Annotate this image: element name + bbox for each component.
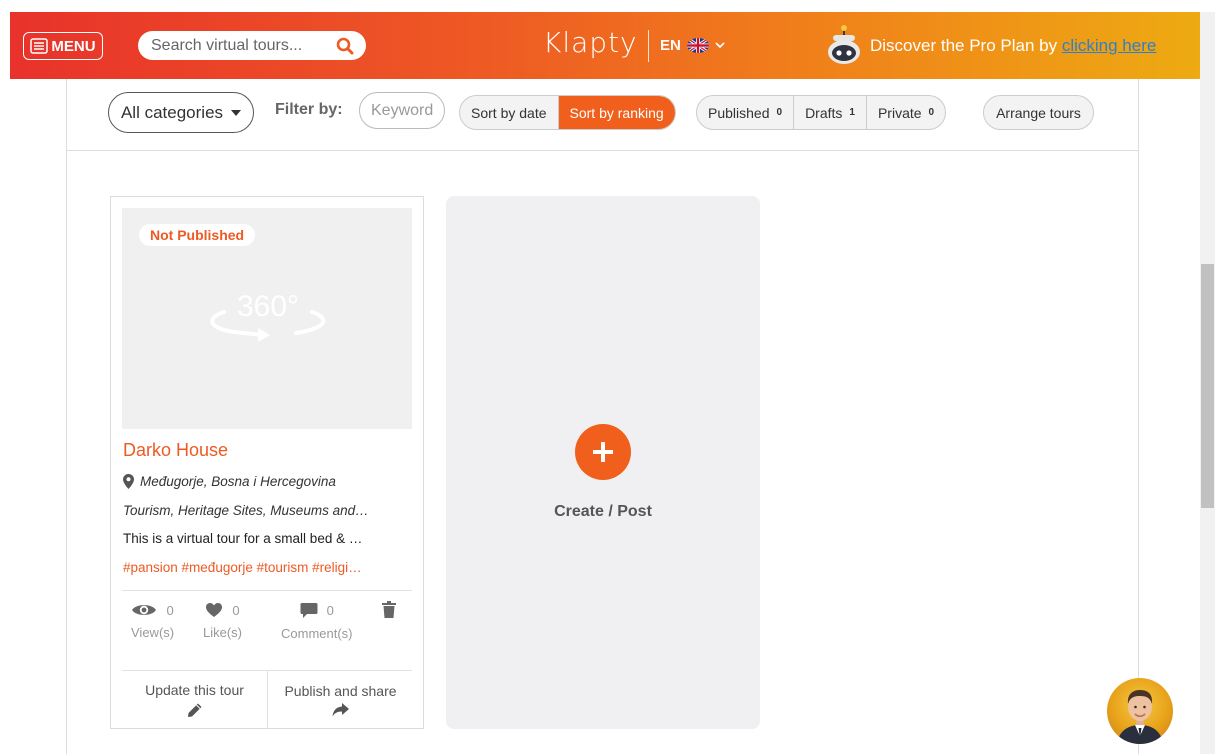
- support-chat-avatar[interactable]: [1107, 678, 1173, 744]
- share-icon: [332, 703, 349, 717]
- tour-tags[interactable]: #pansion #međugorje #tourism #religi…: [123, 560, 408, 575]
- drafts-label: Drafts: [805, 104, 843, 121]
- tour-card: Not Published 360° Darko House Međugorje…: [110, 196, 424, 729]
- tour-description: This is a virtual tour for a small bed &…: [123, 531, 363, 546]
- 360-icon: 360°: [210, 290, 326, 342]
- create-post-label: Create / Post: [554, 503, 652, 520]
- pencil-icon: [187, 703, 201, 717]
- views-stat: 0 View(s): [131, 602, 175, 641]
- sort-by-date-button[interactable]: Sort by date: [460, 96, 558, 129]
- drafts-filter-button[interactable]: Drafts 1: [793, 96, 866, 129]
- location-text: Međugorje, Bosna i Hercegovina: [140, 474, 336, 489]
- trash-icon[interactable]: [382, 601, 396, 618]
- search-box: [138, 31, 366, 60]
- tour-thumbnail[interactable]: Not Published 360°: [122, 208, 412, 429]
- private-count: 0: [928, 107, 935, 118]
- sort-by-ranking-button[interactable]: Sort by ranking: [557, 96, 675, 129]
- menu-label: MENU: [51, 37, 96, 55]
- language-code: EN: [660, 37, 681, 54]
- add-icon: [575, 424, 631, 480]
- caret-down-icon: [231, 109, 242, 116]
- comments-count: 0: [326, 603, 334, 618]
- uk-flag-icon: [686, 38, 709, 53]
- content-border-right: [1138, 79, 1139, 754]
- create-post-card[interactable]: Create / Post: [446, 196, 760, 729]
- heart-icon: [206, 603, 223, 617]
- card-divider: [122, 590, 412, 591]
- update-tour-button[interactable]: Update this tour: [122, 671, 267, 729]
- not-published-badge: Not Published: [139, 224, 256, 246]
- logo-divider: [648, 30, 649, 62]
- hamburger-icon: [30, 38, 49, 54]
- published-label: Published: [708, 104, 770, 121]
- update-tour-label: Update this tour: [145, 682, 244, 698]
- publish-share-label: Publish and share: [284, 683, 397, 699]
- arrange-tours-button[interactable]: Arrange tours: [983, 95, 1094, 130]
- filter-by-label: Filter by:: [275, 101, 343, 118]
- comments-label: Comment(s): [281, 626, 353, 641]
- scrollbar-thumb[interactable]: [1201, 264, 1214, 508]
- category-label: All categories: [120, 102, 224, 122]
- sort-toggle: Sort by date Sort by ranking: [459, 95, 676, 130]
- promo-text: Discover the Pro Plan by: [870, 36, 1058, 55]
- search-input[interactable]: [151, 36, 326, 55]
- likes-count: 0: [232, 602, 240, 618]
- published-count: 0: [776, 107, 783, 118]
- content-border-left: [66, 79, 67, 754]
- comments-stat: 0 Comment(s): [281, 602, 353, 641]
- filter-divider: [66, 150, 1139, 151]
- top-strip: [0, 0, 1215, 12]
- pro-plan-link[interactable]: clicking here: [1062, 36, 1157, 55]
- category-dropdown[interactable]: All categories: [108, 92, 254, 133]
- keyword-input[interactable]: [359, 92, 445, 129]
- svg-text:360°: 360°: [237, 290, 299, 323]
- tour-categories: Tourism, Heritage Sites, Museums and…: [123, 503, 369, 518]
- pro-plan-promo: Discover the Pro Plan by clicking here: [870, 36, 1156, 56]
- publish-share-button[interactable]: Publish and share: [268, 671, 413, 729]
- views-count: 0: [166, 602, 174, 618]
- likes-label: Like(s): [203, 625, 243, 640]
- avatar-icon: [1117, 690, 1163, 744]
- menu-button[interactable]: MENU: [23, 32, 103, 60]
- header-bar: MENU Klapty EN Dis: [10, 12, 1200, 79]
- private-label: Private: [877, 104, 922, 121]
- tour-location: Međugorje, Bosna i Hercegovina: [123, 474, 336, 489]
- private-filter-button[interactable]: Private 0: [865, 96, 945, 129]
- published-filter-button[interactable]: Published 0: [697, 96, 793, 129]
- chevron-down-icon: [715, 42, 725, 49]
- comment-icon: [300, 603, 318, 618]
- location-pin-icon: [123, 474, 134, 489]
- drafts-count: 1: [849, 107, 855, 118]
- likes-stat: 0 Like(s): [203, 602, 243, 641]
- robot-icon: [828, 25, 860, 64]
- search-icon[interactable]: [336, 37, 354, 55]
- eye-icon: [132, 605, 157, 615]
- views-label: View(s): [131, 625, 175, 640]
- tour-title[interactable]: Darko House: [123, 440, 228, 461]
- language-selector[interactable]: EN: [660, 37, 725, 54]
- klapty-logo[interactable]: Klapty: [543, 26, 638, 59]
- status-filter: Published 0 Drafts 1 Private 0: [696, 95, 947, 130]
